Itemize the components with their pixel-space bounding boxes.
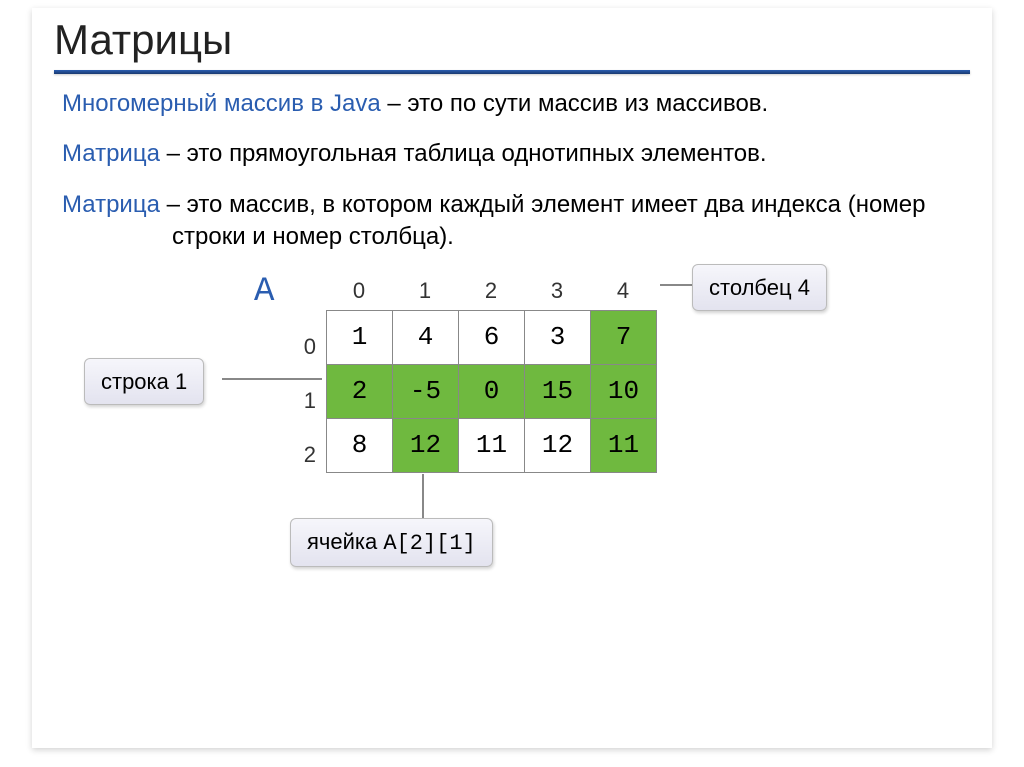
cell-1-3: 15 — [525, 364, 591, 418]
column-indices: 0 1 2 3 4 — [326, 276, 656, 306]
title-section: Матрицы — [32, 8, 992, 74]
matrix-row-2: 8 12 11 12 11 — [327, 418, 657, 472]
cell-0-0: 1 — [327, 310, 393, 364]
content: Многомерный массив в Java – это по сути … — [32, 74, 992, 594]
cell-1-2: 0 — [459, 364, 525, 418]
slide: Матрицы Многомерный массив в Java – это … — [32, 8, 992, 748]
connector-row — [222, 378, 322, 380]
text-3: – это массив, в котором каждый элемент и… — [160, 191, 926, 250]
col-index-0: 0 — [326, 276, 392, 306]
col-index-2: 2 — [458, 276, 524, 306]
cell-2-0: 8 — [327, 418, 393, 472]
cell-1-0: 2 — [327, 364, 393, 418]
connector-col — [660, 284, 692, 286]
cell-2-2: 11 — [459, 418, 525, 472]
definition-2: Матрица – это прямоугольная таблица одно… — [62, 138, 962, 170]
cell-1-1: -5 — [393, 364, 459, 418]
callout-cell-prefix: ячейка — [307, 529, 383, 554]
definition-3: Матрица – это массив, в котором каждый э… — [62, 189, 962, 254]
cell-2-1: 12 — [393, 418, 459, 472]
row-index-0: 0 — [296, 320, 316, 374]
term-2: Матрица — [62, 140, 160, 167]
matrix-area: A 0 1 2 3 4 0 1 2 1 4 6 3 7 — [62, 274, 962, 594]
cell-0-2: 6 — [459, 310, 525, 364]
col-index-1: 1 — [392, 276, 458, 306]
callout-row: строка 1 — [84, 358, 204, 406]
definition-1: Многомерный массив в Java – это по сути … — [62, 88, 962, 120]
text-1: – это по сути массив из массивов. — [381, 90, 768, 117]
cell-0-1: 4 — [393, 310, 459, 364]
row-index-2: 2 — [296, 428, 316, 482]
cell-2-3: 12 — [525, 418, 591, 472]
callout-column: столбец 4 — [692, 264, 827, 312]
connector-cell — [422, 474, 424, 518]
col-index-4: 4 — [590, 276, 656, 306]
cell-1-4: 10 — [591, 364, 657, 418]
row-indices: 0 1 2 — [296, 320, 316, 482]
page-title: Матрицы — [54, 16, 970, 64]
text-2: – это прямоугольная таблица однотипных э… — [160, 140, 767, 167]
row-index-1: 1 — [296, 374, 316, 428]
term-1: Многомерный массив в Java — [62, 90, 381, 117]
col-index-3: 3 — [524, 276, 590, 306]
matrix-row-1: 2 -5 0 15 10 — [327, 364, 657, 418]
term-3: Матрица — [62, 191, 160, 218]
matrix-table: 1 4 6 3 7 2 -5 0 15 10 8 12 11 12 — [326, 310, 657, 473]
cell-2-4: 11 — [591, 418, 657, 472]
cell-0-3: 3 — [525, 310, 591, 364]
callout-cell-code: A[2][1] — [383, 531, 475, 556]
matrix-row-0: 1 4 6 3 7 — [327, 310, 657, 364]
cell-0-4: 7 — [591, 310, 657, 364]
callout-cell: ячейка A[2][1] — [290, 518, 493, 568]
matrix-name: A — [254, 270, 274, 316]
